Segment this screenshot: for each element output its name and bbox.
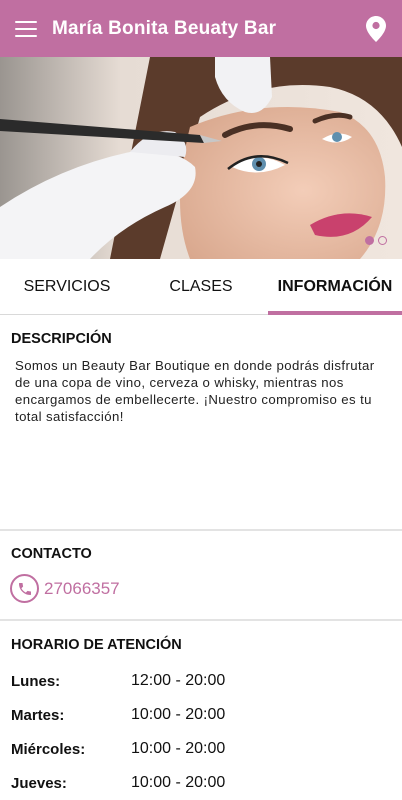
- app-bar: María Bonita Beuaty Bar: [0, 0, 402, 57]
- tab-clases[interactable]: CLASES: [134, 259, 268, 314]
- location-pin-icon: [366, 15, 386, 42]
- carousel-dot[interactable]: [378, 236, 387, 245]
- hours-row: Lunes: 12:00 - 20:00: [11, 664, 391, 698]
- hours-title: HORARIO DE ATENCIÓN: [11, 637, 182, 653]
- day-label: Martes:: [11, 706, 65, 724]
- hero-image: [0, 57, 402, 259]
- time-range: 10:00 - 20:00: [131, 774, 226, 791]
- tab-informacion[interactable]: INFORMACIÓN: [268, 259, 402, 315]
- time-range: 10:00 - 20:00: [131, 706, 226, 723]
- divider: [0, 619, 402, 621]
- day-label: Miércoles:: [11, 740, 86, 758]
- description-title: DESCRIPCIÓN: [11, 331, 112, 347]
- time-range: 12:00 - 20:00: [131, 672, 226, 689]
- carousel-dot-active[interactable]: [365, 236, 374, 245]
- contact-title: CONTACTO: [11, 546, 92, 562]
- divider: [0, 529, 402, 531]
- hero-carousel[interactable]: [0, 57, 402, 259]
- location-button[interactable]: [350, 0, 402, 57]
- phone-number-link[interactable]: 27066357: [44, 579, 120, 599]
- hours-row: Miércoles: 10:00 - 20:00: [11, 732, 391, 766]
- time-range: 10:00 - 20:00: [131, 740, 226, 757]
- tab-servicios[interactable]: SERVICIOS: [0, 259, 134, 314]
- hamburger-menu-icon: [15, 20, 37, 37]
- phone-contact[interactable]: 27066357: [10, 574, 120, 603]
- phone-icon: [10, 574, 39, 603]
- hours-list: Lunes: 12:00 - 20:00 Martes: 10:00 - 20:…: [11, 664, 391, 800]
- hours-row: Martes: 10:00 - 20:00: [11, 698, 391, 732]
- hours-row: Jueves: 10:00 - 20:00: [11, 766, 391, 800]
- carousel-indicator: [365, 236, 387, 245]
- tab-bar: SERVICIOS CLASES INFORMACIÓN: [0, 259, 402, 315]
- day-label: Lunes:: [11, 672, 61, 690]
- description-text: Somos un Beauty Bar Boutique en donde po…: [15, 358, 375, 424]
- app-title: María Bonita Beuaty Bar: [52, 17, 277, 39]
- day-label: Jueves:: [11, 774, 67, 792]
- menu-button[interactable]: [0, 0, 52, 57]
